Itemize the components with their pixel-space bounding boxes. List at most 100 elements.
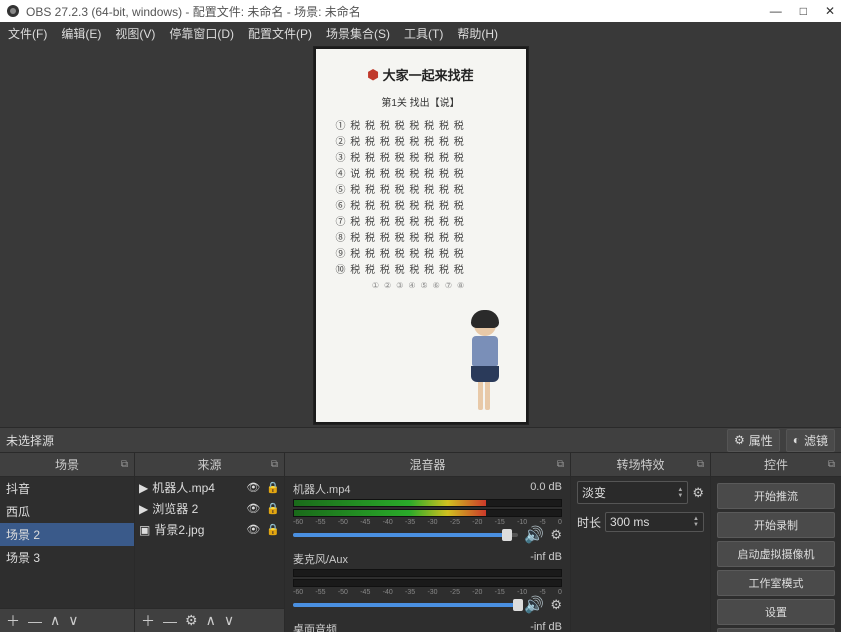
remove-source-button[interactable]: — [163,613,177,629]
mixer-channel: 机器人.mp4 0.0 dB -60-55-50-45-40-35-30-25-… [285,477,570,547]
vu-meter [293,509,562,517]
menu-edit[interactable]: 编辑(E) [61,25,101,42]
vu-meter [293,569,562,577]
obs-logo-icon [6,4,20,18]
source-item[interactable]: ▶ 浏览器 2 👁 🔒 [135,498,284,519]
source-item[interactable]: ▣ 背景2.jpg 👁🔒 [135,519,284,540]
preview-lastrow: ①②③④⑤⑥⑦⑧ [316,281,526,290]
scenes-title: 场景 [55,456,79,473]
add-source-button[interactable]: ＋ [141,611,155,631]
source-up-button[interactable]: ∧ [206,612,216,629]
studio-mode-button[interactable]: 工作室模式 [717,570,835,596]
eye-icon[interactable]: 👁 [246,523,260,536]
scenes-panel: 场景 ⧉ 抖音 西瓜 场景 2 场景 3 ＋ — ∧ ∨ [0,453,135,632]
maximize-button[interactable]: □ [800,4,807,18]
exit-button[interactable]: 退出 [717,628,835,632]
undock-icon[interactable]: ⧉ [557,459,564,470]
preview-area[interactable]: ⬢ 大家一起来找茬 第1关 找出【说】 ① 税 税 税 税 税 税 税 税 ② … [0,44,841,427]
preview-subtitle: 第1关 找出【说】 [316,94,526,109]
mixer-body: 机器人.mp4 0.0 dB -60-55-50-45-40-35-30-25-… [285,477,570,632]
window-titlebar: OBS 27.2.3 (64-bit, windows) - 配置文件: 未命名… [0,0,841,22]
filters-button[interactable]: ◐ 滤镜 [786,429,835,452]
eye-icon[interactable]: 👁 [246,481,260,494]
lock-icon[interactable]: 🔒 [266,481,280,494]
start-streaming-button[interactable]: 开始推流 [717,483,835,509]
transition-select[interactable]: 淡变 ▲▼ [577,481,688,504]
source-down-button[interactable]: ∨ [224,612,234,629]
scene-item[interactable]: 场景 2 [0,523,134,546]
eye-icon[interactable]: 👁 [246,502,260,515]
sources-list[interactable]: ▶ 机器人.mp4 👁🔒 ▶ 浏览器 2 👁🔒 ▣ 背景2.jpg 👁🔒 [135,477,284,608]
chevron-updown-icon: ▲▼ [677,487,683,499]
sources-panel: 来源 ⧉ ▶ 机器人.mp4 👁🔒 ▶ 浏览器 2 👁🔒 ▣ 背景2.jpg 👁… [135,453,285,632]
volume-slider[interactable] [293,533,518,537]
filter-icon: ◐ [793,433,800,447]
avatar-character [460,314,510,414]
source-label: 背景2.jpg [154,521,204,538]
scene-item[interactable]: 西瓜 [0,500,134,523]
mixer-channel: 桌面音频 -inf dB -60-55-50-45-40-35-30-25-20… [285,617,570,632]
menu-help[interactable]: 帮助(H) [457,25,498,42]
transitions-title: 转场特效 [616,456,664,473]
window-title: OBS 27.2.3 (64-bit, windows) - 配置文件: 未命名… [26,3,361,20]
media-icon: ▶ [139,481,148,495]
menu-profile[interactable]: 配置文件(P) [248,25,312,42]
chevron-updown-icon[interactable]: ▲▼ [693,516,699,528]
remove-scene-button[interactable]: — [28,613,42,629]
preview-canvas: ⬢ 大家一起来找茬 第1关 找出【说】 ① 税 税 税 税 税 税 税 税 ② … [316,49,526,422]
channel-name: 机器人.mp4 [293,481,350,497]
transition-settings-button[interactable]: ⚙ [692,485,704,501]
source-label: 浏览器 2 [152,500,198,517]
media-icon: ▶ [139,502,148,516]
scene-item[interactable]: 场景 3 [0,546,134,569]
channel-settings-button[interactable]: ⚙ [550,527,562,543]
settings-button[interactable]: 设置 [717,599,835,625]
mixer-title: 混音器 [409,456,445,473]
shield-icon: ⬢ [367,67,378,83]
scene-down-button[interactable]: ∨ [68,612,78,629]
source-item[interactable]: ▶ 机器人.mp4 👁 🔒 [135,477,284,498]
menu-view[interactable]: 视图(V) [115,25,155,42]
menu-dock[interactable]: 停靠窗口(D) [169,25,234,42]
scene-item[interactable]: 抖音 [0,477,134,500]
volume-slider[interactable] [293,603,518,607]
undock-icon[interactable]: ⧉ [828,459,835,470]
no-source-label: 未选择源 [6,432,54,449]
scenes-list[interactable]: 抖音 西瓜 场景 2 场景 3 [0,477,134,608]
scene-up-button[interactable]: ∧ [50,612,60,629]
close-button[interactable]: ✕ [825,4,835,18]
source-settings-button[interactable]: ⚙ [185,612,198,629]
channel-level: -inf dB [530,621,562,632]
mixer-channel: 麦克风/Aux -inf dB -60-55-50-45-40-35-30-25… [285,547,570,617]
undock-icon[interactable]: ⧉ [697,459,704,470]
source-toolbar: 未选择源 ⚙ 属性 ◐ 滤镜 [0,427,841,453]
mixer-panel: 混音器 ⧉ 机器人.mp4 0.0 dB -60-55-50-45-40-35-… [285,453,571,632]
start-vcam-button[interactable]: 启动虚拟摄像机 [717,541,835,567]
speaker-icon[interactable]: 🔊 [524,595,544,615]
channel-settings-button[interactable]: ⚙ [550,597,562,613]
properties-button[interactable]: ⚙ 属性 [727,429,780,452]
minimize-button[interactable]: — [770,4,782,18]
menu-file[interactable]: 文件(F) [8,25,47,42]
gear-icon: ⚙ [734,433,745,447]
vu-meter [293,579,562,587]
speaker-icon[interactable]: 🔊 [524,525,544,545]
duration-label: 时长 [577,514,601,531]
add-scene-button[interactable]: ＋ [6,611,20,631]
undock-icon[interactable]: ⧉ [121,459,128,470]
menu-scene-collection[interactable]: 场景集合(S) [326,25,390,42]
source-label: 机器人.mp4 [152,479,215,496]
sources-title: 来源 [197,456,221,473]
channel-level: -inf dB [530,551,562,567]
channel-name: 麦克风/Aux [293,551,348,567]
channel-name: 桌面音频 [293,621,337,632]
menu-tools[interactable]: 工具(T) [404,25,443,42]
duration-input[interactable]: 300 ms ▲▼ [605,512,704,532]
lock-icon[interactable]: 🔒 [266,502,280,515]
undock-icon[interactable]: ⧉ [271,459,278,470]
docks-row: 场景 ⧉ 抖音 西瓜 场景 2 场景 3 ＋ — ∧ ∨ 来源 ⧉ ▶ 机器人.… [0,453,841,632]
transitions-panel: 转场特效 ⧉ 淡变 ▲▼ ⚙ 时长 300 ms ▲▼ [571,453,711,632]
start-recording-button[interactable]: 开始录制 [717,512,835,538]
lock-icon[interactable]: 🔒 [266,523,280,536]
menu-bar: 文件(F) 编辑(E) 视图(V) 停靠窗口(D) 配置文件(P) 场景集合(S… [0,22,841,44]
